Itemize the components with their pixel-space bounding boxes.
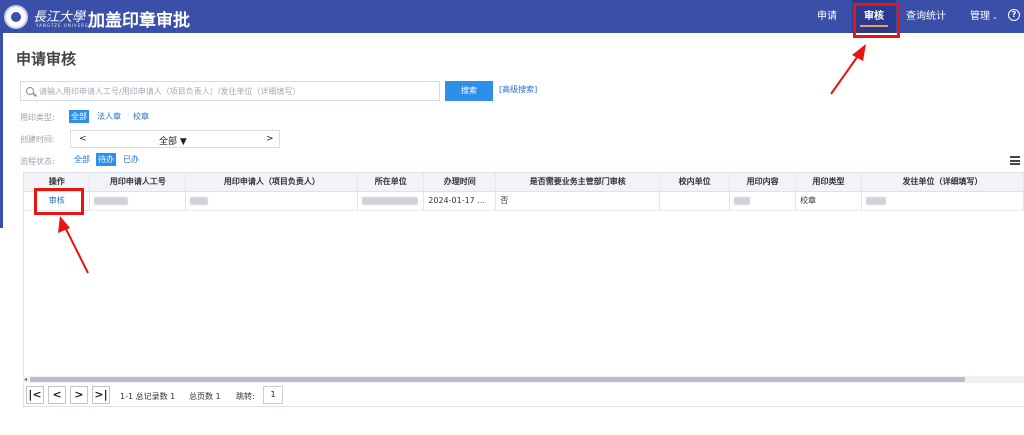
arrow-to-review-link bbox=[58, 216, 89, 274]
arrow-to-review-tab bbox=[830, 44, 866, 95]
annotation-arrows bbox=[58, 44, 866, 274]
